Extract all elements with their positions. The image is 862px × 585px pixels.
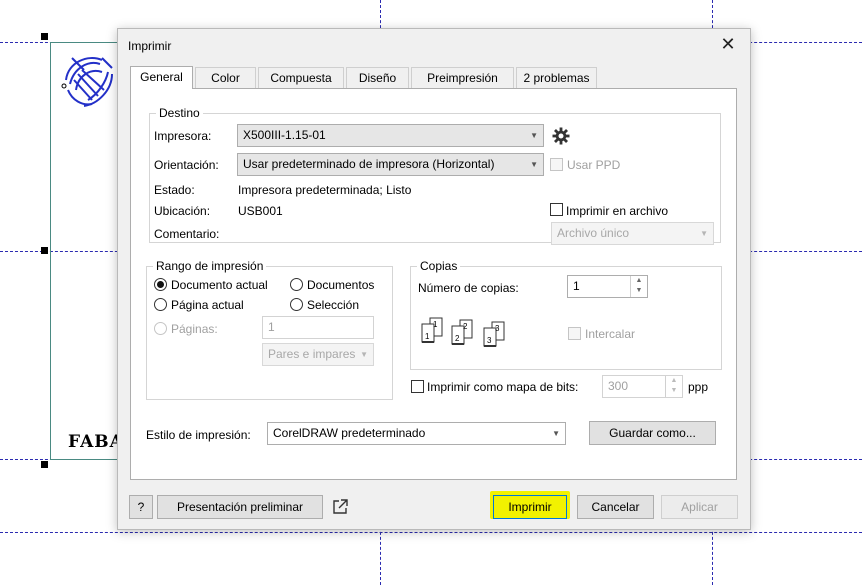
current-document-label: Documento actual bbox=[171, 278, 268, 292]
collate-checkbox[interactable] bbox=[568, 327, 581, 340]
selection-handle[interactable] bbox=[41, 247, 48, 254]
orientation-select[interactable]: Usar predeterminado de impresora (Horizo… bbox=[237, 153, 544, 176]
dpi-spinner[interactable]: ▲ ▼ bbox=[665, 376, 682, 397]
dpi-unit-label: ppp bbox=[688, 380, 709, 394]
selection-label: Selección bbox=[307, 298, 360, 312]
print-style-select[interactable]: CorelDRAW predeterminado ▼ bbox=[267, 422, 566, 445]
bitmap-dpi-input[interactable]: 300 ▲ ▼ bbox=[602, 375, 683, 398]
dialog-title: Imprimir bbox=[128, 39, 172, 53]
spin-down-icon[interactable]: ▼ bbox=[666, 386, 682, 396]
page-number-label: 1 bbox=[425, 332, 430, 341]
documents-label: Documentos bbox=[307, 278, 375, 292]
print-to-file-checkbox[interactable] bbox=[550, 203, 563, 216]
location-label: Ubicación: bbox=[154, 204, 211, 218]
parity-select[interactable]: Pares e impares ▼ bbox=[262, 343, 374, 366]
comment-label: Comentario: bbox=[154, 227, 220, 241]
horizontal-guide bbox=[0, 532, 862, 533]
tab-compuesta[interactable]: Compuesta bbox=[258, 67, 344, 88]
collate-label: Intercalar bbox=[585, 327, 636, 341]
page-number-label: 1 bbox=[433, 320, 438, 329]
copies-count-label: Número de copias: bbox=[418, 281, 519, 295]
chevron-down-icon: ▼ bbox=[530, 131, 538, 140]
file-mode-select[interactable]: Archivo único ▼ bbox=[551, 222, 714, 245]
use-ppd-checkbox[interactable] bbox=[550, 158, 563, 171]
file-mode-value: Archivo único bbox=[557, 226, 630, 240]
pages-input[interactable]: 1 bbox=[262, 316, 374, 339]
tab-color[interactable]: Color bbox=[195, 67, 256, 88]
print-style-label: Estilo de impresión: bbox=[146, 428, 251, 442]
help-button[interactable]: ? bbox=[129, 495, 153, 519]
gear-icon[interactable] bbox=[552, 127, 570, 145]
print-range-legend: Rango de impresión bbox=[156, 259, 264, 273]
print-preview-button[interactable]: Presentación preliminar bbox=[157, 495, 323, 519]
page-number-label: 3 bbox=[495, 324, 500, 333]
chevron-down-icon: ▼ bbox=[360, 350, 368, 359]
printer-label: Impresora: bbox=[154, 129, 212, 143]
location-value: USB001 bbox=[238, 204, 283, 218]
page-number-label: 2 bbox=[463, 322, 468, 331]
parity-value: Pares e impares bbox=[268, 347, 356, 361]
print-as-bitmap-label: Imprimir como mapa de bits: bbox=[427, 380, 579, 394]
chevron-down-icon: ▼ bbox=[552, 429, 560, 438]
copies-count-value: 1 bbox=[573, 279, 580, 293]
status-label: Estado: bbox=[154, 183, 195, 197]
uncollated-copies-icon: 1 1 2 2 3 3 bbox=[421, 317, 505, 347]
general-tab-panel: Destino Impresora: X500III-1.15-01 ▼ Ori… bbox=[130, 88, 737, 480]
copies-count-input[interactable]: 1 ▲ ▼ bbox=[567, 275, 648, 298]
orientation-value: Usar predeterminado de impresora (Horizo… bbox=[243, 157, 495, 171]
tab-general[interactable]: General bbox=[130, 66, 193, 89]
current-document-radio[interactable] bbox=[154, 278, 167, 291]
print-dialog: Imprimir ✕ General Color Compuesta Diseñ… bbox=[117, 28, 751, 530]
tab-problems[interactable]: 2 problemas bbox=[516, 67, 597, 88]
copies-spinner[interactable]: ▲ ▼ bbox=[630, 276, 647, 297]
selection-handle[interactable] bbox=[41, 461, 48, 468]
use-ppd-label: Usar PPD bbox=[567, 158, 621, 172]
save-style-as-button[interactable]: Guardar como... bbox=[589, 421, 716, 445]
chevron-down-icon: ▼ bbox=[700, 229, 708, 238]
spin-down-icon[interactable]: ▼ bbox=[631, 286, 647, 296]
destination-legend: Destino bbox=[159, 106, 200, 120]
orientation-label: Orientación: bbox=[154, 158, 219, 172]
cancel-button[interactable]: Cancelar bbox=[577, 495, 654, 519]
print-button[interactable]: Imprimir bbox=[493, 495, 567, 519]
printer-select[interactable]: X500III-1.15-01 ▼ bbox=[237, 124, 544, 147]
print-to-file-label: Imprimir en archivo bbox=[566, 204, 669, 218]
spin-up-icon[interactable]: ▲ bbox=[631, 276, 647, 286]
page-number-label: 3 bbox=[487, 336, 492, 345]
selection-radio[interactable] bbox=[290, 298, 303, 311]
bitmap-dpi-value: 300 bbox=[608, 379, 629, 393]
tab-diseno[interactable]: Diseño bbox=[346, 67, 409, 88]
close-icon[interactable]: ✕ bbox=[718, 34, 738, 54]
pages-radio[interactable] bbox=[154, 322, 167, 335]
spin-up-icon[interactable]: ▲ bbox=[666, 376, 682, 386]
external-window-icon[interactable] bbox=[331, 498, 349, 516]
printer-value: X500III-1.15-01 bbox=[243, 128, 326, 142]
selection-handle[interactable] bbox=[41, 33, 48, 40]
page-number-label: 2 bbox=[455, 334, 460, 343]
current-page-label: Página actual bbox=[171, 298, 244, 312]
chevron-down-icon: ▼ bbox=[530, 160, 538, 169]
documents-radio[interactable] bbox=[290, 278, 303, 291]
status-value: Impresora predeterminada; Listo bbox=[238, 183, 412, 197]
pages-label: Páginas: bbox=[171, 322, 218, 336]
apply-button[interactable]: Aplicar bbox=[661, 495, 738, 519]
print-as-bitmap-checkbox[interactable] bbox=[411, 380, 424, 393]
blue-logo-icon bbox=[61, 57, 113, 107]
copies-legend: Copias bbox=[420, 259, 458, 273]
tab-preimpresion[interactable]: Preimpresión bbox=[411, 67, 514, 88]
current-page-radio[interactable] bbox=[154, 298, 167, 311]
canvas-text: FABA bbox=[68, 432, 124, 452]
print-style-value: CorelDRAW predeterminado bbox=[273, 426, 426, 440]
